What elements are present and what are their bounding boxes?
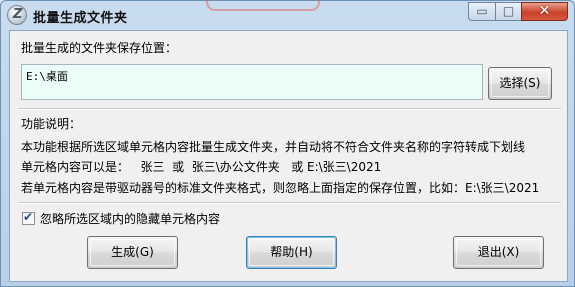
help-button[interactable]: 帮助(H): [246, 236, 337, 269]
check-mark-icon: ✔: [23, 210, 34, 224]
maximize-icon: □: [502, 4, 515, 18]
minimize-button[interactable]: ▭: [468, 2, 496, 21]
window-title: 批量生成文件夹: [33, 11, 128, 26]
save-location-input[interactable]: E:\桌面: [21, 64, 483, 100]
dialog-body: 批量生成的文件夹保存位置： E:\桌面 选择(S) 功能说明： 本功能根据所选区…: [9, 30, 568, 282]
minimize-icon: ▭: [476, 4, 488, 18]
browse-button-label: 选择(S): [499, 76, 541, 90]
separator-bottom: [18, 202, 561, 204]
app-icon-glyph: Z: [13, 7, 23, 22]
close-button[interactable]: ✕: [521, 2, 568, 21]
title-bar[interactable]: Z 批量生成文件夹 ▭ □ ✕: [1, 0, 574, 29]
help-button-label: 帮助(H): [270, 245, 313, 259]
maximize-button[interactable]: □: [495, 2, 522, 21]
separator-top: [18, 108, 561, 110]
dialog-window: Z 批量生成文件夹 ▭ □ ✕ 批量生成的文件夹保存位置： E:\桌面 选择(S…: [0, 0, 575, 287]
exit-button[interactable]: 退出(X): [453, 236, 544, 269]
generate-button[interactable]: 生成(G): [87, 236, 178, 269]
save-location-label: 批量生成的文件夹保存位置：: [21, 41, 178, 55]
browse-button[interactable]: 选择(S): [488, 67, 552, 100]
help-line-3: 若单元格内容是带驱动器号的标准文件夹格式，则忽略上面指定的保存位置，比如：E:\…: [21, 181, 540, 195]
background-window-edge: [206, 0, 320, 11]
exit-button-label: 退出(X): [477, 245, 520, 259]
ignore-hidden-label[interactable]: 忽略所选区域内的隐藏单元格内容: [40, 210, 220, 227]
help-line-2: 单元格内容可以是： 张三 或 张三\办公文件夹 或 E:\张三\2021: [21, 160, 382, 174]
help-heading: 功能说明：: [21, 117, 82, 131]
help-line-1: 本功能根据所选区域单元格内容批量生成文件夹，并自动将不符合文件夹名称的字符转成下…: [21, 140, 526, 154]
close-icon: ✕: [538, 3, 551, 19]
app-icon[interactable]: Z: [7, 5, 27, 25]
generate-button-label: 生成(G): [111, 245, 154, 259]
ignore-hidden-checkbox[interactable]: ✔: [22, 210, 35, 225]
